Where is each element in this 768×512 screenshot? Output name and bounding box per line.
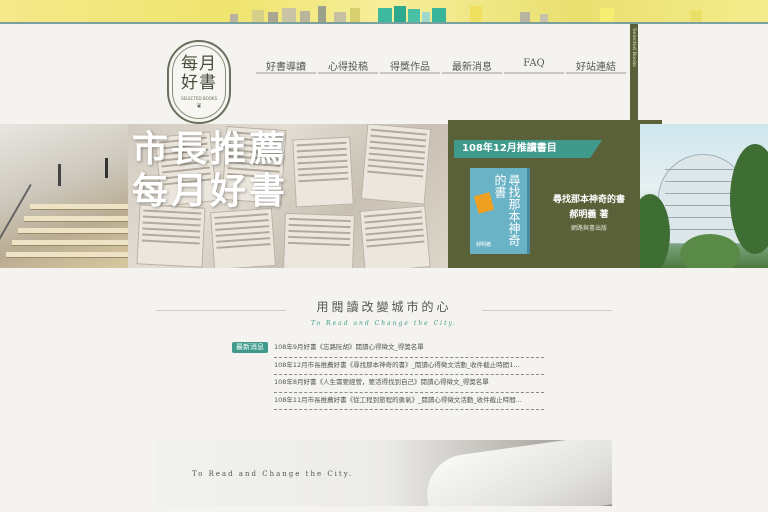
nav-submit-review[interactable]: 心得投稿 [318,58,378,74]
slogan-english: To Read and Change the City. [311,320,457,327]
top-bookshelf-decoration [0,0,768,24]
hero-banner: 市長推薦 每月好書 108年12月推讀書目 尋找那本神奇的書 郝明義 尋找那本神… [0,120,768,268]
news-item[interactable]: 108年9月好書《忘路阮胡》閱讀心得徵文_得獎名單 [274,340,544,358]
slogan-rule-left [156,310,286,311]
nav-latest-news[interactable]: 最新消息 [442,58,502,74]
cover-author: 郝明義 [476,242,492,248]
featured-book-cover[interactable]: 尋找那本神奇的書 郝明義 [470,168,530,254]
banner-title-line2: 每月好書 [132,170,289,212]
library-building-photo [640,124,768,268]
bottom-banner-text: To Read and Change the City. [192,470,353,478]
nav-links[interactable]: 好站連結 [566,58,626,74]
slogan-rule-right [482,310,612,311]
month-label: 108年12月推讀書目 [454,140,602,158]
logo-subtitle: SELECTED BOOKS [180,95,218,101]
selected-books-tag: Selected Books [630,24,638,124]
bottom-banner: To Read and Change the City. [156,440,612,506]
main-nav: 好書導讀 心得投稿 得獎作品 最新消息 FAQ 好站連結 [256,58,628,74]
open-books-photo: 市長推薦 每月好書 [128,124,448,268]
featured-book-author: 郝明義 著 [569,210,609,220]
slogan-chinese: 用閱讀改變城市的心 [316,300,452,314]
featured-book-publisher: 網路與書出版 [570,225,607,232]
news-list: 108年9月好書《忘路阮胡》閱讀心得徵文_得獎名單 108年12月市長推薦好書《… [274,340,544,410]
cover-illustration [473,192,495,214]
news-badge[interactable]: 最新消息 [232,342,268,353]
news-item[interactable]: 108年8月好書《人生需要經營，要活得找到自己》閱讀心得徵文_得獎名單 [274,375,544,393]
selected-books-label: Selected Books [631,28,637,67]
site-header: 每月好書 SELECTED BOOKS ❦ 好書導讀 心得投稿 得獎作品 最新消… [0,24,768,124]
featured-book-title[interactable]: 尋找那本神奇的書 [544,192,634,205]
laurel-icon: ❦ [196,101,202,110]
news-item[interactable]: 108年11月市長推薦好書《從工程到旅程的勇氣》_閱讀心得徵文活動_收件截止時間… [274,393,544,410]
staircase-photo [0,124,128,268]
slogan-section: 用閱讀改變城市的心 To Read and Change the City. [156,298,612,327]
featured-book-panel[interactable]: 108年12月推讀書目 尋找那本神奇的書 郝明義 尋找那本神奇的書 郝明義 著 … [448,120,662,268]
panel-top-edge [448,120,662,128]
site-logo[interactable]: 每月好書 SELECTED BOOKS ❦ [167,40,231,124]
cover-title: 尋找那本神奇的書 [493,174,521,246]
open-book-image [422,440,612,506]
logo-title: 每月好書 [181,53,217,93]
nav-faq[interactable]: FAQ [504,58,564,74]
nav-book-guide[interactable]: 好書導讀 [256,58,316,74]
news-item[interactable]: 108年12月市長推薦好書《尋找那本神奇的書》_閱讀心得徵文活動_收件截止時間1… [274,358,544,375]
nav-award-works[interactable]: 得獎作品 [380,58,440,74]
featured-book-info: 尋找那本神奇的書 郝明義 著 網路與書出版 [544,192,634,232]
